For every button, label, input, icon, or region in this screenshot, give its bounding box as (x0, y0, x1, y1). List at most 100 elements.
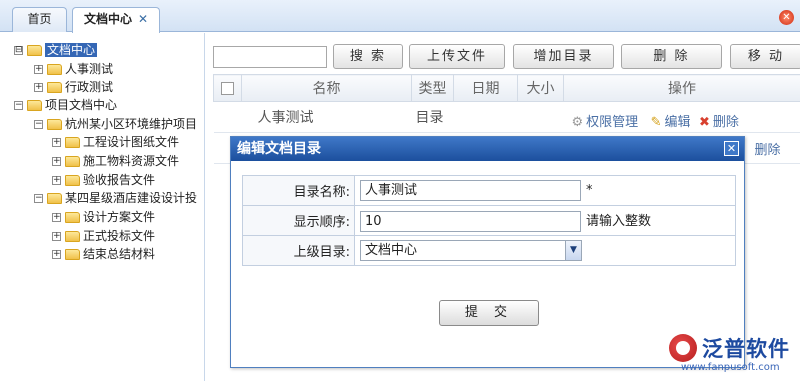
tree-node[interactable]: + 验收报告文件 (52, 172, 155, 189)
search-input[interactable] (213, 46, 327, 68)
order-label: 显示顺序: (242, 205, 355, 236)
brand-logo: 泛普软件 www.fanpusoft.com (667, 332, 795, 378)
tree-node-label[interactable]: 验收报告文件 (83, 173, 155, 187)
parent-directory-select[interactable]: 文档中心 ▼ (360, 240, 582, 261)
table-row[interactable]: 人事测试 目录 ⚙ 权限管理 ✎ 编辑 ✖ 删除 (213, 101, 800, 133)
folder-icon (65, 212, 80, 223)
expand-icon[interactable]: + (52, 138, 61, 147)
tree-node[interactable]: + 行政测试 (34, 79, 113, 96)
row-date (453, 101, 518, 133)
tree-node-label[interactable]: 工程设计图纸文件 (83, 135, 179, 149)
collapse-icon[interactable]: − (34, 120, 43, 129)
logo-brand: 泛普软件 (702, 337, 790, 361)
column-header-name[interactable]: 名称 (241, 74, 412, 102)
tree-node[interactable]: + 人事测试 (34, 61, 113, 78)
folder-icon (65, 137, 80, 148)
tree-node-label[interactable]: 施工物料资源文件 (83, 154, 179, 168)
parent-directory-value: 文档中心 (365, 243, 418, 258)
tree-node[interactable]: + 正式投标文件 (52, 228, 155, 245)
delete-link[interactable]: ✖ 删除 (699, 115, 739, 130)
search-button[interactable]: 搜 索 (333, 44, 403, 69)
required-marker: * (586, 183, 593, 198)
order-hint: 请输入整数 (586, 213, 652, 229)
folder-icon (65, 231, 80, 242)
permission-link[interactable]: ⚙ 权限管理 (572, 115, 639, 130)
tab-bar: 首页 文档中心 ✕ ✕ (0, 0, 800, 33)
edit-label: 编辑 (664, 114, 691, 130)
chevron-down-icon[interactable]: ▼ (565, 241, 581, 260)
permission-label: 权限管理 (586, 114, 639, 130)
parent-label: 上级目录: (242, 235, 355, 266)
delete-label: 删除 (754, 142, 781, 158)
logo-icon (669, 334, 697, 362)
tab-document-center-label: 文档中心 (83, 12, 132, 26)
delete-label: 删除 (712, 114, 739, 130)
select-all-checkbox[interactable] (221, 81, 234, 95)
submit-button[interactable]: 提 交 (439, 300, 539, 326)
tree-node-label[interactable]: 正式投标文件 (83, 229, 155, 243)
delete-link[interactable]: 删除 (754, 143, 780, 158)
expand-icon[interactable]: + (52, 232, 61, 241)
row-size (517, 101, 564, 133)
name-label: 目录名称: (242, 175, 355, 206)
directory-name-field[interactable]: 人事测试 (360, 180, 581, 201)
delete-x-icon: ✖ (699, 114, 710, 130)
tree-node[interactable]: + 施工物料资源文件 (52, 153, 179, 170)
delete-button[interactable]: 删 除 (621, 44, 722, 69)
expand-icon[interactable]: + (34, 83, 43, 92)
row-actions: ⚙ 权限管理 ✎ 编辑 ✖ 删除 (563, 101, 800, 133)
tree-node[interactable]: + 结束总结材料 (52, 246, 155, 263)
expand-icon[interactable]: + (34, 65, 43, 74)
tree-node-root[interactable]: ⊟ 文档中心 (14, 42, 98, 59)
collapse-icon[interactable]: − (14, 101, 23, 110)
column-header-size[interactable]: 大小 (517, 74, 564, 102)
tab-document-center[interactable]: 文档中心 ✕ (72, 7, 160, 33)
column-header-actions: 操作 (563, 74, 800, 102)
tab-close-icon[interactable]: ✕ (138, 12, 148, 26)
folder-icon (47, 119, 62, 130)
row-select-cell (213, 101, 242, 133)
folder-tree: ⊟ 文档中心 + 人事测试 + 行政测试 − 项目文档中心 − 杭州某小区环境维护项目 +… (0, 33, 205, 381)
collapse-icon[interactable]: ⊟ (14, 46, 23, 55)
tree-node-label[interactable]: 行政测试 (65, 80, 113, 94)
upload-file-button[interactable]: 上传文件 (409, 44, 505, 69)
dialog-title: 编辑文档目录 (231, 137, 744, 161)
tree-node[interactable]: − 杭州某小区环境维护项目 (34, 116, 197, 133)
move-button[interactable]: 移 动 (730, 44, 800, 69)
folder-icon (27, 45, 42, 56)
expand-icon[interactable]: + (52, 157, 61, 166)
column-header-date[interactable]: 日期 (453, 74, 518, 102)
tree-node-label[interactable]: 项目文档中心 (45, 98, 117, 112)
folder-icon (65, 249, 80, 260)
add-directory-button[interactable]: 增加目录 (513, 44, 614, 69)
directory-form: 目录名称: 人事测试 * 显示顺序: 10 请输入整数 上级目录: 文档中心 ▼ (242, 175, 736, 266)
select-all-header[interactable] (213, 74, 242, 102)
folder-icon (47, 82, 62, 93)
tree-node-label[interactable]: 设计方案文件 (83, 210, 155, 224)
column-header-type[interactable]: 类型 (411, 74, 454, 102)
row-name[interactable]: 人事测试 (241, 101, 412, 133)
collapse-icon[interactable]: − (34, 194, 43, 203)
tree-node[interactable]: − 某四星级酒店建设设计投 (34, 190, 197, 207)
tree-node-label[interactable]: 某四星级酒店建设设计投 (65, 191, 197, 205)
tree-node-label[interactable]: 杭州某小区环境维护项目 (65, 117, 197, 131)
tab-home[interactable]: 首页 (12, 7, 67, 32)
dialog-close-icon[interactable]: ✕ (724, 141, 739, 156)
folder-icon (27, 100, 42, 111)
display-order-field[interactable]: 10 (360, 210, 581, 232)
tab-home-label: 首页 (27, 12, 52, 26)
tree-node[interactable]: + 设计方案文件 (52, 209, 155, 226)
folder-icon (47, 193, 62, 204)
folder-icon (65, 175, 80, 186)
tree-node-label[interactable]: 人事测试 (65, 62, 113, 76)
tree-node[interactable]: − 项目文档中心 (14, 97, 117, 114)
expand-icon[interactable]: + (52, 250, 61, 259)
expand-icon[interactable]: + (52, 213, 61, 222)
expand-icon[interactable]: + (52, 176, 61, 185)
row-type: 目录 (411, 101, 454, 133)
tree-node-label[interactable]: 结束总结材料 (83, 247, 155, 261)
close-all-icon[interactable]: ✕ (779, 10, 794, 25)
tree-node-label[interactable]: 文档中心 (45, 43, 98, 57)
tree-node[interactable]: + 工程设计图纸文件 (52, 134, 179, 151)
edit-link[interactable]: ✎ 编辑 (651, 115, 691, 130)
